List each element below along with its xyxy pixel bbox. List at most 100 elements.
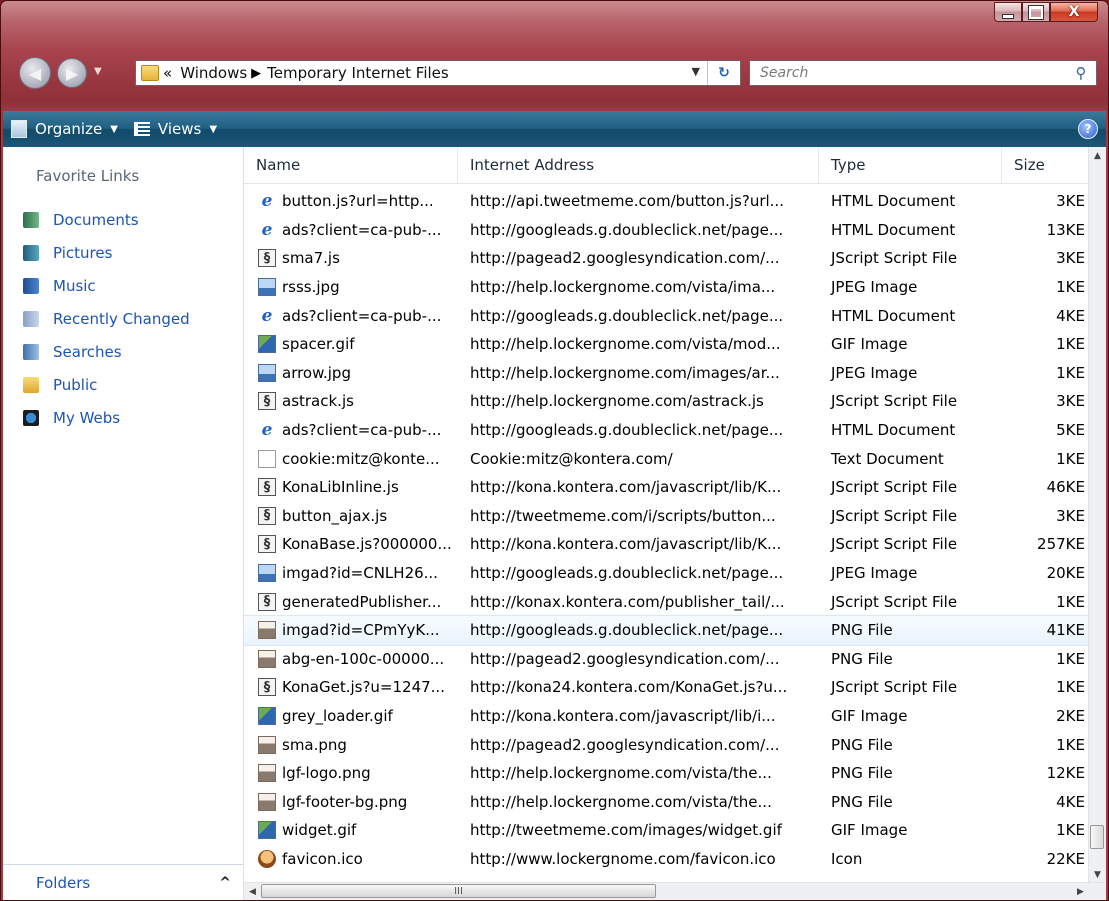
file-row[interactable]: cookie:mitz@konte... Cookie:mitz@kontera.… — [244, 444, 1089, 473]
scroll-right-icon[interactable]: ▶ — [1072, 883, 1089, 900]
file-row[interactable]: § KonaBase.js?000000... http://kona.konter… — [244, 530, 1089, 559]
file-name-cell[interactable]: lgf-logo.png — [244, 764, 458, 783]
file-name-cell[interactable]: § astrack.js — [244, 392, 458, 411]
file-row[interactable]: imgad?id=CPmYyK... http://googleads.g.dou… — [244, 614, 1090, 646]
file-name-cell[interactable]: sma.png — [244, 735, 458, 754]
column-header-type[interactable]: Type — [819, 147, 1002, 183]
file-row[interactable]: § KonaGet.js?u=1247... http://kona24.konte… — [244, 673, 1089, 702]
file-name-cell[interactable]: § KonaGet.js?u=1247... — [244, 678, 458, 697]
breadcrumb-temporary-internet-files[interactable]: Temporary Internet Files — [267, 64, 449, 82]
scroll-left-icon[interactable]: ◀ — [244, 883, 261, 900]
horizontal-scroll-thumb[interactable]: III — [261, 884, 656, 898]
internet-address-cell: http://kona.kontera.com/javascript/lib/i… — [470, 706, 776, 725]
file-row[interactable]: § sma7.js http://pagead2.googlesyndication… — [244, 244, 1089, 273]
file-row[interactable]: grey_loader.gif http://kona.kontera.com/j… — [244, 702, 1089, 731]
vertical-scrollbar[interactable]: ▲ ▼ — [1088, 147, 1106, 883]
file-name-cell[interactable]: e button.js?url=http... — [244, 192, 458, 210]
file-row[interactable]: sma.png http://pagead2.googlesyndication.… — [244, 730, 1089, 759]
scroll-up-icon[interactable]: ▲ — [1089, 147, 1106, 164]
file-name-cell[interactable]: grey_loader.gif — [244, 706, 458, 725]
back-button[interactable]: ◀ — [19, 57, 51, 89]
breadcrumb-separator-icon[interactable]: ▶ — [251, 66, 261, 81]
folders-toggle[interactable]: Folders ^ — [3, 864, 243, 900]
file-name-cell[interactable]: rsss.jpg — [244, 278, 458, 297]
minimize-button[interactable] — [994, 2, 1022, 22]
file-row[interactable]: spacer.gif http://help.lockergnome.com/vi… — [244, 330, 1089, 359]
favorite-music[interactable]: Music — [23, 269, 190, 302]
file-row[interactable]: § KonaLibInline.js http://kona.kontera.com… — [244, 473, 1089, 502]
file-name-cell[interactable]: spacer.gif — [244, 335, 458, 354]
size-cell: 20KE — [1046, 564, 1085, 583]
png-file-icon — [258, 792, 276, 811]
file-name-cell[interactable]: § generatedPublisher... — [244, 592, 458, 611]
favorite-public[interactable]: Public — [23, 368, 190, 401]
jpeg-image-icon — [258, 278, 276, 297]
maximize-button[interactable] — [1022, 2, 1050, 22]
favorite-searches[interactable]: Searches — [23, 335, 190, 368]
file-name-cell[interactable]: abg-en-100c-00000... — [244, 649, 458, 668]
forward-button[interactable]: ▶ — [57, 58, 87, 88]
views-button[interactable]: Views ▼ — [126, 111, 225, 147]
vertical-scroll-thumb[interactable] — [1090, 825, 1104, 849]
file-name-cell[interactable]: imgad?id=CPmYyK... — [244, 621, 458, 640]
file-name-cell[interactable]: § sma7.js — [244, 249, 458, 268]
file-name-cell[interactable]: § KonaBase.js?000000... — [244, 535, 458, 554]
recent-pages-dropdown[interactable]: ▼ — [94, 66, 102, 77]
file-row[interactable]: § generatedPublisher... http://konax.konte… — [244, 587, 1089, 616]
column-header-internet-address[interactable]: Internet Address — [458, 147, 819, 183]
file-row[interactable]: favicon.ico http://www.lockergnome.com/fa… — [244, 845, 1089, 874]
breadcrumb-overflow[interactable]: « — [163, 64, 172, 82]
address-dropdown-icon[interactable]: ▼ — [692, 65, 700, 78]
file-row[interactable]: lgf-logo.png http://help.lockergnome.com/… — [244, 759, 1089, 788]
size-cell: 4KE — [1056, 306, 1085, 325]
file-name: lgf-footer-bg.png — [282, 792, 408, 811]
column-header-size[interactable]: Size — [1002, 147, 1089, 183]
file-name-cell[interactable]: e ads?client=ca-pub-... — [244, 421, 458, 439]
help-button[interactable]: ? — [1078, 119, 1098, 139]
file-name-cell[interactable]: cookie:mitz@konte... — [244, 449, 458, 468]
file-name-cell[interactable]: § KonaLibInline.js — [244, 478, 458, 497]
type-cell: JScript Script File — [831, 535, 958, 554]
file-name: button_ajax.js — [282, 506, 388, 525]
favorite-pictures[interactable]: Pictures — [23, 236, 190, 269]
file-name-cell[interactable]: imgad?id=CNLH26... — [244, 564, 458, 583]
search-input[interactable] — [750, 64, 1066, 82]
file-name-cell[interactable]: § button_ajax.js — [244, 506, 458, 525]
favorite-my-webs[interactable]: My Webs — [23, 401, 190, 434]
file-row[interactable]: arrow.jpg http://help.lockergnome.com/ima… — [244, 359, 1089, 388]
file-name-cell[interactable]: arrow.jpg — [244, 363, 458, 382]
file-row[interactable]: rsss.jpg http://help.lockergnome.com/vist… — [244, 273, 1089, 302]
search-icon[interactable]: ⚲ — [1066, 64, 1096, 82]
file-row[interactable]: widget.gif http://tweetmeme.com/images/wi… — [244, 816, 1089, 845]
size-cell: 3KE — [1056, 192, 1085, 211]
file-name-cell[interactable]: widget.gif — [244, 821, 458, 840]
internet-address-cell: http://help.lockergnome.com/vista/mod... — [470, 335, 781, 354]
file-row[interactable]: lgf-footer-bg.png http://help.lockergnome… — [244, 787, 1089, 816]
address-bar[interactable]: « Windows ▶ Temporary Internet Files ▼ ↻ — [135, 60, 741, 86]
file-name-cell[interactable]: lgf-footer-bg.png — [244, 792, 458, 811]
size-cell: 257KE — [1037, 535, 1085, 554]
file-name-cell[interactable]: favicon.ico — [244, 849, 458, 868]
file-row[interactable]: e ads?client=ca-pub-... http://googleads.g… — [244, 301, 1089, 330]
file-row[interactable]: e button.js?url=http... http://api.tweetme… — [244, 187, 1089, 216]
breadcrumb-windows[interactable]: Windows — [180, 64, 247, 82]
file-row[interactable]: e ads?client=ca-pub-... http://googleads.g… — [244, 416, 1089, 445]
file-name-cell[interactable]: e ads?client=ca-pub-... — [244, 307, 458, 325]
favorite-documents[interactable]: Documents — [23, 203, 190, 236]
horizontal-scrollbar[interactable]: ◀ III ▶ — [244, 882, 1106, 900]
close-button[interactable]: X — [1050, 2, 1098, 22]
file-row[interactable]: imgad?id=CNLH26... http://googleads.g.dou… — [244, 559, 1089, 588]
caption-buttons: X — [994, 2, 1098, 22]
column-header-name[interactable]: Name — [244, 147, 458, 183]
file-name: imgad?id=CPmYyK... — [282, 621, 440, 640]
file-name-cell[interactable]: e ads?client=ca-pub-... — [244, 221, 458, 239]
favorite-recently-changed[interactable]: Recently Changed — [23, 302, 190, 335]
file-row[interactable]: § button_ajax.js http://tweetmeme.com/i/sc… — [244, 502, 1089, 531]
refresh-button[interactable]: ↻ — [707, 61, 740, 85]
organize-button[interactable]: Organize ▼ — [3, 111, 126, 147]
file-row[interactable]: abg-en-100c-00000... http://pagead2.googl… — [244, 645, 1089, 674]
scroll-down-icon[interactable]: ▼ — [1089, 866, 1106, 883]
file-row[interactable]: e ads?client=ca-pub-... http://googleads.g… — [244, 216, 1089, 245]
file-row[interactable]: § astrack.js http://help.lockergnome.com/a… — [244, 387, 1089, 416]
organize-dropdown-icon: ▼ — [110, 123, 118, 135]
